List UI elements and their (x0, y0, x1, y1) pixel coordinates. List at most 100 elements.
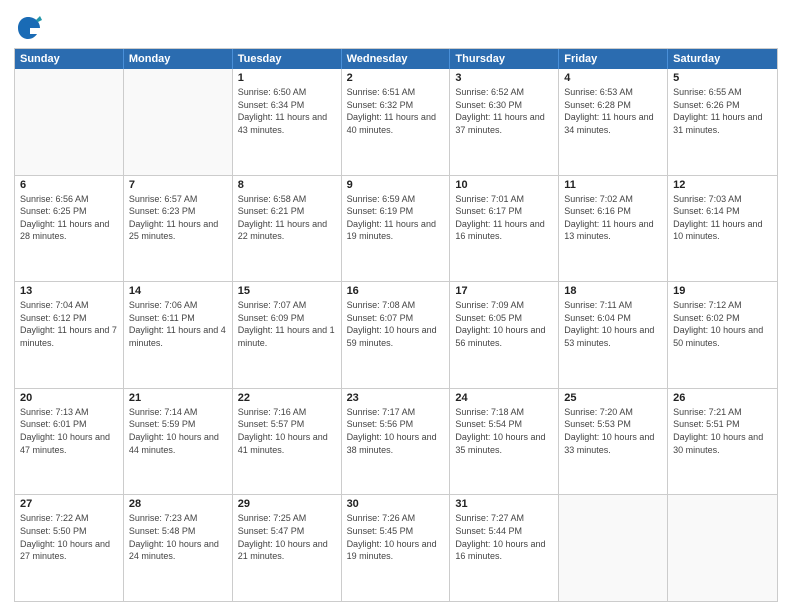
day-number: 19 (673, 285, 772, 297)
day-info: Sunrise: 7:20 AMSunset: 5:53 PMDaylight:… (564, 406, 662, 456)
calendar-cell: 30Sunrise: 7:26 AMSunset: 5:45 PMDayligh… (342, 495, 451, 601)
calendar: SundayMondayTuesdayWednesdayThursdayFrid… (14, 48, 778, 602)
calendar-cell: 28 Sunrise: 7:23 AMSunset: 5:48 PMDayligh… (124, 495, 233, 601)
day-info: Sunrise: 7:11 AMSunset: 6:04 PMDaylight:… (564, 299, 662, 349)
calendar-cell: 4Sunrise: 6:53 AMSunset: 6:28 PMDaylight… (559, 69, 668, 175)
day-info: Sunrise: 7:25 AMSunset: 5:47 PMDaylight:… (238, 512, 336, 562)
day-number: 18 (564, 285, 662, 297)
day-number: 26 (673, 392, 772, 404)
calendar-cell: 31 Sunrise: 7:27 AMSunset: 5:44 PMDayligh… (450, 495, 559, 601)
day-number: 4 (564, 72, 662, 84)
calendar-cell (559, 495, 668, 601)
day-info: Sunrise: 7:18 AMSunset: 5:54 PMDaylight:… (455, 406, 553, 456)
day-number: 27 (20, 498, 118, 510)
calendar-cell: 12 Sunrise: 7:03 AMSunset: 6:14 PMDayligh… (668, 176, 777, 282)
day-number: 5 (673, 72, 772, 84)
day-number: 22 (238, 392, 336, 404)
calendar-cell: 26 Sunrise: 7:21 AMSunset: 5:51 PMDayligh… (668, 389, 777, 495)
day-info: Sunrise: 6:57 AMSunset: 6:23 PMDaylight:… (129, 193, 227, 243)
calendar-week: 20 Sunrise: 7:13 AMSunset: 6:01 PMDayligh… (15, 388, 777, 495)
day-header: Wednesday (342, 49, 451, 69)
day-info: Sunrise: 6:59 AMSunset: 6:19 PMDaylight:… (347, 193, 445, 243)
day-number: 25 (564, 392, 662, 404)
day-header: Monday (124, 49, 233, 69)
day-number: 9 (347, 179, 445, 191)
logo (14, 14, 46, 42)
day-number: 6 (20, 179, 118, 191)
day-number: 24 (455, 392, 553, 404)
day-info: Sunrise: 7:09 AMSunset: 6:05 PMDaylight:… (455, 299, 553, 349)
calendar-cell: 11Sunrise: 7:02 AMSunset: 6:16 PMDayligh… (559, 176, 668, 282)
day-number: 10 (455, 179, 553, 191)
calendar-cell: 1 Sunrise: 6:50 AMSunset: 6:34 PMDaylight… (233, 69, 342, 175)
calendar-cell: 16 Sunrise: 7:08 AMSunset: 6:07 PMDayligh… (342, 282, 451, 388)
day-number: 16 (347, 285, 445, 297)
day-number: 20 (20, 392, 118, 404)
day-number: 28 (129, 498, 227, 510)
day-number: 31 (455, 498, 553, 510)
day-header: Sunday (15, 49, 124, 69)
day-number: 29 (238, 498, 336, 510)
day-info: Sunrise: 7:23 AMSunset: 5:48 PMDaylight:… (129, 512, 227, 562)
day-number: 13 (20, 285, 118, 297)
calendar-week: 27 Sunrise: 7:22 AMSunset: 5:50 PMDayligh… (15, 494, 777, 601)
day-info: Sunrise: 7:08 AMSunset: 6:07 PMDaylight:… (347, 299, 445, 349)
day-info: Sunrise: 7:07 AMSunset: 6:09 PMDaylight:… (238, 299, 336, 349)
calendar-cell: 23 Sunrise: 7:17 AMSunset: 5:56 PMDayligh… (342, 389, 451, 495)
day-info: Sunrise: 7:04 AMSunset: 6:12 PMDaylight:… (20, 299, 118, 349)
calendar-cell: 6 Sunrise: 6:56 AMSunset: 6:25 PMDaylight… (15, 176, 124, 282)
day-number: 8 (238, 179, 336, 191)
day-info: Sunrise: 7:13 AMSunset: 6:01 PMDaylight:… (20, 406, 118, 456)
day-info: Sunrise: 7:17 AMSunset: 5:56 PMDaylight:… (347, 406, 445, 456)
day-info: Sunrise: 6:52 AMSunset: 6:30 PMDaylight:… (455, 86, 553, 136)
calendar-cell: 19 Sunrise: 7:12 AMSunset: 6:02 PMDayligh… (668, 282, 777, 388)
day-info: Sunrise: 6:50 AMSunset: 6:34 PMDaylight:… (238, 86, 336, 136)
calendar-week: 6 Sunrise: 6:56 AMSunset: 6:25 PMDaylight… (15, 175, 777, 282)
calendar-cell: 8Sunrise: 6:58 AMSunset: 6:21 PMDaylight… (233, 176, 342, 282)
day-info: Sunrise: 7:12 AMSunset: 6:02 PMDaylight:… (673, 299, 772, 349)
calendar-cell: 25 Sunrise: 7:20 AMSunset: 5:53 PMDayligh… (559, 389, 668, 495)
day-number: 30 (347, 498, 445, 510)
calendar-cell (15, 69, 124, 175)
calendar-cell: 15 Sunrise: 7:07 AMSunset: 6:09 PMDayligh… (233, 282, 342, 388)
day-info: Sunrise: 7:01 AMSunset: 6:17 PMDaylight:… (455, 193, 553, 243)
day-number: 7 (129, 179, 227, 191)
day-number: 23 (347, 392, 445, 404)
day-header: Saturday (668, 49, 777, 69)
calendar-cell: 17Sunrise: 7:09 AMSunset: 6:05 PMDayligh… (450, 282, 559, 388)
day-number: 21 (129, 392, 227, 404)
day-info: Sunrise: 7:03 AMSunset: 6:14 PMDaylight:… (673, 193, 772, 243)
day-number: 1 (238, 72, 336, 84)
calendar-cell: 20 Sunrise: 7:13 AMSunset: 6:01 PMDayligh… (15, 389, 124, 495)
calendar-body: 1 Sunrise: 6:50 AMSunset: 6:34 PMDaylight… (15, 69, 777, 601)
calendar-cell: 3 Sunrise: 6:52 AMSunset: 6:30 PMDaylight… (450, 69, 559, 175)
calendar-cell: 10 Sunrise: 7:01 AMSunset: 6:17 PMDayligh… (450, 176, 559, 282)
calendar-cell: 13 Sunrise: 7:04 AMSunset: 6:12 PMDayligh… (15, 282, 124, 388)
day-info: Sunrise: 7:22 AMSunset: 5:50 PMDaylight:… (20, 512, 118, 562)
calendar-cell: 9 Sunrise: 6:59 AMSunset: 6:19 PMDaylight… (342, 176, 451, 282)
calendar-week: 13 Sunrise: 7:04 AMSunset: 6:12 PMDayligh… (15, 281, 777, 388)
day-info: Sunrise: 7:27 AMSunset: 5:44 PMDaylight:… (455, 512, 553, 562)
day-info: Sunrise: 7:06 AMSunset: 6:11 PMDaylight:… (129, 299, 227, 349)
calendar-cell (124, 69, 233, 175)
day-header: Tuesday (233, 49, 342, 69)
day-number: 11 (564, 179, 662, 191)
calendar-cell: 14Sunrise: 7:06 AMSunset: 6:11 PMDayligh… (124, 282, 233, 388)
day-number: 3 (455, 72, 553, 84)
calendar-cell: 21Sunrise: 7:14 AMSunset: 5:59 PMDayligh… (124, 389, 233, 495)
calendar-header: SundayMondayTuesdayWednesdayThursdayFrid… (15, 49, 777, 69)
calendar-cell: 27 Sunrise: 7:22 AMSunset: 5:50 PMDayligh… (15, 495, 124, 601)
day-info: Sunrise: 6:56 AMSunset: 6:25 PMDaylight:… (20, 193, 118, 243)
calendar-cell (668, 495, 777, 601)
day-header: Friday (559, 49, 668, 69)
header (14, 10, 778, 42)
day-number: 15 (238, 285, 336, 297)
day-number: 12 (673, 179, 772, 191)
page: SundayMondayTuesdayWednesdayThursdayFrid… (0, 0, 792, 612)
day-info: Sunrise: 7:21 AMSunset: 5:51 PMDaylight:… (673, 406, 772, 456)
calendar-week: 1 Sunrise: 6:50 AMSunset: 6:34 PMDaylight… (15, 69, 777, 175)
calendar-cell: 24 Sunrise: 7:18 AMSunset: 5:54 PMDayligh… (450, 389, 559, 495)
day-number: 2 (347, 72, 445, 84)
calendar-cell: 22Sunrise: 7:16 AMSunset: 5:57 PMDayligh… (233, 389, 342, 495)
day-info: Sunrise: 6:51 AMSunset: 6:32 PMDaylight:… (347, 86, 445, 136)
